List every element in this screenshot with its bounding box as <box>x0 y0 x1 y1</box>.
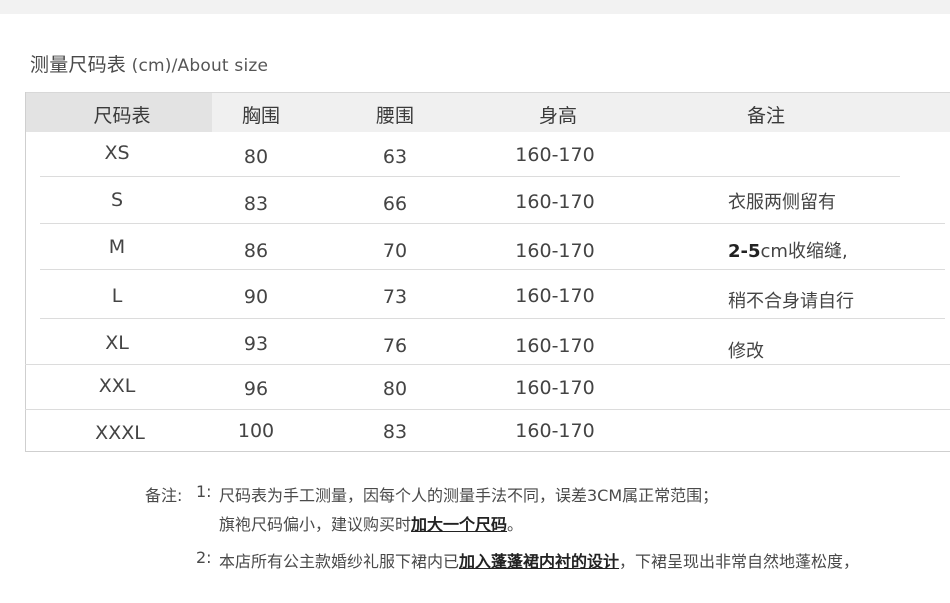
cell-height: 160-170 <box>515 377 595 399</box>
cell-height: 160-170 <box>515 240 595 262</box>
cell-chest: 93 <box>243 333 269 355</box>
title-main: 测量尺码表 <box>30 54 127 76</box>
row-divider <box>40 176 900 177</box>
row-divider <box>40 223 945 224</box>
footnote-text: 本店所有公主款婚纱礼服下裙内已 <box>219 552 460 571</box>
cell-waist: 73 <box>382 286 408 308</box>
cell-chest: 86 <box>243 240 269 262</box>
cell-height: 160-170 <box>515 191 595 213</box>
row-divider <box>25 409 950 410</box>
remark-text: cm收缩缝, <box>760 241 848 262</box>
cell-height: 160-170 <box>515 144 595 166</box>
cell-waist: 63 <box>382 146 408 168</box>
footnote-line-3: 本店所有公主款婚纱礼服下裙内已加入蓬蓬裙内衬的设计，下裙呈现出非常自然地蓬松度， <box>219 548 859 572</box>
header-height: 身高 <box>538 105 578 127</box>
cell-waist: 76 <box>382 335 408 357</box>
cell-chest: 100 <box>237 420 275 442</box>
header-size: 尺码表 <box>93 105 151 127</box>
footnote-text: 旗袍尺码偏小，建议购买时 <box>219 515 412 534</box>
cell-size: XS <box>104 142 130 164</box>
cell-size: S <box>110 189 124 211</box>
cell-chest: 80 <box>243 146 269 168</box>
cell-height: 160-170 <box>515 420 595 442</box>
footnote-number-2: 2: <box>196 548 212 567</box>
footnote-label: 备注: <box>145 486 183 505</box>
remark-line: 修改 <box>728 341 764 362</box>
footnote-emphasis: 加入蓬蓬裙内衬的设计 <box>459 552 620 571</box>
cell-height: 160-170 <box>515 335 595 357</box>
table-bottom-border <box>25 451 950 452</box>
footnote-emphasis: 加大一个尺码 <box>411 515 508 534</box>
cell-size: M <box>108 236 126 258</box>
remark-line: 2-5cm收缩缝, <box>728 237 848 263</box>
remark-bold-range: 2-5 <box>728 241 761 262</box>
top-band <box>0 0 950 14</box>
cell-size: L <box>111 285 123 307</box>
cell-waist: 83 <box>382 421 408 443</box>
cell-height: 160-170 <box>515 285 595 307</box>
row-divider <box>40 318 945 319</box>
footnote-text: 。 <box>507 515 524 534</box>
cell-waist: 80 <box>382 378 408 400</box>
title-sub: (cm)/About size <box>126 56 269 76</box>
footnote-line-2: 旗袍尺码偏小，建议购买时加大一个尺码。 <box>219 511 523 535</box>
remark-line: 衣服两侧留有 <box>728 192 836 213</box>
cell-chest: 96 <box>243 378 269 400</box>
cell-waist: 70 <box>382 240 408 262</box>
header-waist: 腰围 <box>375 105 415 127</box>
row-divider <box>40 269 945 270</box>
cell-chest: 83 <box>243 193 269 215</box>
cell-waist: 66 <box>382 193 408 215</box>
footnote-text: ，下裙呈现出非常自然地蓬松度， <box>619 552 860 571</box>
cell-chest: 90 <box>243 286 269 308</box>
footnote-number-1: 1: <box>196 482 212 501</box>
table-left-border <box>25 92 26 452</box>
cell-size: XXL <box>98 375 136 397</box>
page-title: 测量尺码表 (cm)/About size <box>30 50 268 77</box>
footnote-line-1: 尺码表为手工测量，因每个人的测量手法不同，误差3CM属正常范围； <box>219 486 719 505</box>
cell-size: XXXL <box>95 422 145 444</box>
remark-line: 稍不合身请自行 <box>728 291 854 312</box>
cell-size: XL <box>105 332 129 354</box>
header-chest: 胸围 <box>241 105 281 127</box>
row-divider <box>25 364 950 365</box>
size-table: 尺码表 胸围 腰围 身高 备注 XS 80 63 160-170 S 83 66… <box>25 92 950 452</box>
header-remarks: 备注 <box>746 105 786 127</box>
